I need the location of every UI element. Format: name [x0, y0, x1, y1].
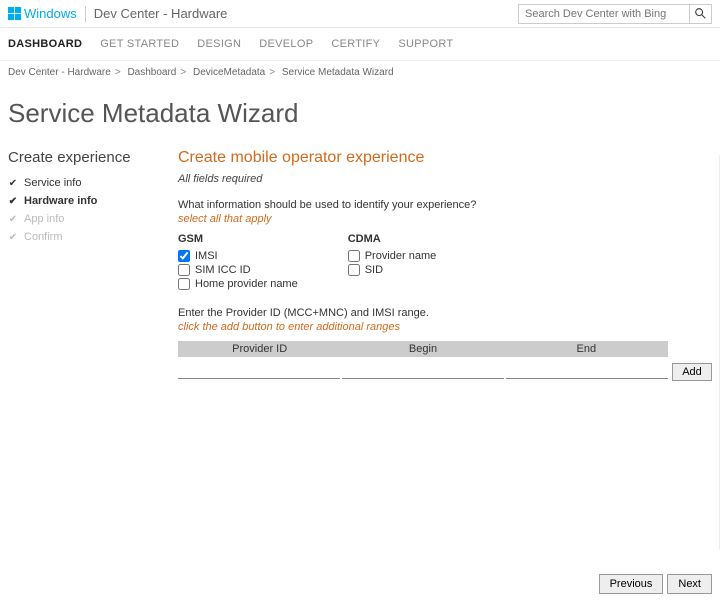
gsm-title: GSM [178, 233, 298, 245]
top-bar: Windows Dev Center - Hardware [0, 0, 720, 28]
end-input[interactable] [506, 361, 668, 379]
checkbox-imsi[interactable]: IMSI [178, 249, 298, 263]
main-panel: Create mobile operator experience All fi… [178, 149, 712, 383]
step-label: Hardware info [24, 195, 97, 207]
windows-logo-link[interactable]: Windows [8, 6, 77, 21]
main-nav: DASHBOARD GET STARTED DESIGN DEVELOP CER… [0, 28, 720, 61]
checkbox-sid[interactable]: SID [348, 263, 437, 277]
identify-question: What information should be used to ident… [178, 199, 712, 211]
add-button[interactable]: Add [672, 363, 712, 381]
crumb-1[interactable]: Dashboard [127, 67, 176, 78]
step-label: Service info [24, 177, 81, 189]
step-hardware-info[interactable]: ✔ Hardware info [8, 192, 178, 210]
checkbox-home-provider-name[interactable]: Home provider name [178, 277, 298, 291]
crumb-2[interactable]: DeviceMetadata [193, 67, 265, 78]
wizard-sidebar: Create experience ✔ Service info ✔ Hardw… [8, 149, 178, 383]
search-input[interactable] [519, 5, 689, 23]
gsm-column: GSM IMSI SIM ICC ID Home provider name [178, 233, 298, 291]
provider-id-input[interactable] [178, 361, 340, 379]
divider [85, 6, 86, 22]
cdma-column: CDMA Provider name SID [348, 233, 437, 291]
step-app-info: ✔ App info [8, 210, 178, 228]
logo-text: Windows [24, 6, 77, 21]
site-title: Dev Center - Hardware [94, 6, 228, 21]
page-title: Service Metadata Wizard [0, 84, 720, 149]
next-button[interactable]: Next [667, 574, 712, 594]
begin-input[interactable] [342, 361, 504, 379]
panel-heading: Create mobile operator experience [178, 149, 712, 167]
crumb-3: Service Metadata Wizard [282, 67, 394, 78]
nav-get-started[interactable]: GET STARTED [100, 38, 179, 50]
checkbox-input[interactable] [348, 264, 360, 276]
checkbox-input[interactable] [178, 250, 190, 262]
provider-hint: click the add button to enter additional… [178, 321, 712, 333]
step-service-info[interactable]: ✔ Service info [8, 174, 178, 192]
check-icon: ✔ [8, 214, 18, 225]
nav-certify[interactable]: CERTIFY [331, 38, 380, 50]
breadcrumb: Dev Center - Hardware> Dashboard> Device… [0, 61, 720, 84]
range-table-row [178, 357, 668, 383]
checkbox-input[interactable] [178, 278, 190, 290]
nav-design[interactable]: DESIGN [197, 38, 241, 50]
col-provider-id: Provider ID [178, 341, 341, 357]
sidebar-heading: Create experience [8, 149, 178, 166]
provider-instruction: Enter the Provider ID (MCC+MNC) and IMSI… [178, 307, 712, 319]
windows-icon [8, 7, 22, 21]
checkbox-provider-name[interactable]: Provider name [348, 249, 437, 263]
cdma-title: CDMA [348, 233, 437, 245]
select-hint: select all that apply [178, 213, 712, 225]
col-begin: Begin [341, 341, 504, 357]
checkbox-sim-icc-id[interactable]: SIM ICC ID [178, 263, 298, 277]
nav-dashboard[interactable]: DASHBOARD [8, 38, 82, 50]
step-confirm: ✔ Confirm [8, 228, 178, 246]
wizard-footer: Previous Next [599, 574, 712, 594]
search-box [518, 4, 712, 24]
col-end: End [505, 341, 668, 357]
previous-button[interactable]: Previous [599, 574, 664, 594]
check-icon: ✔ [8, 232, 18, 243]
check-icon: ✔ [8, 178, 18, 189]
check-icon: ✔ [8, 196, 18, 207]
nav-develop[interactable]: DEVELOP [259, 38, 313, 50]
range-table-header: Provider ID Begin End [178, 341, 668, 357]
search-icon[interactable] [689, 5, 711, 23]
step-label: App info [24, 213, 64, 225]
nav-support[interactable]: SUPPORT [398, 38, 453, 50]
checkbox-input[interactable] [348, 250, 360, 262]
checkbox-input[interactable] [178, 264, 190, 276]
crumb-0[interactable]: Dev Center - Hardware [8, 67, 111, 78]
required-note: All fields required [178, 173, 712, 185]
step-label: Confirm [24, 231, 63, 243]
